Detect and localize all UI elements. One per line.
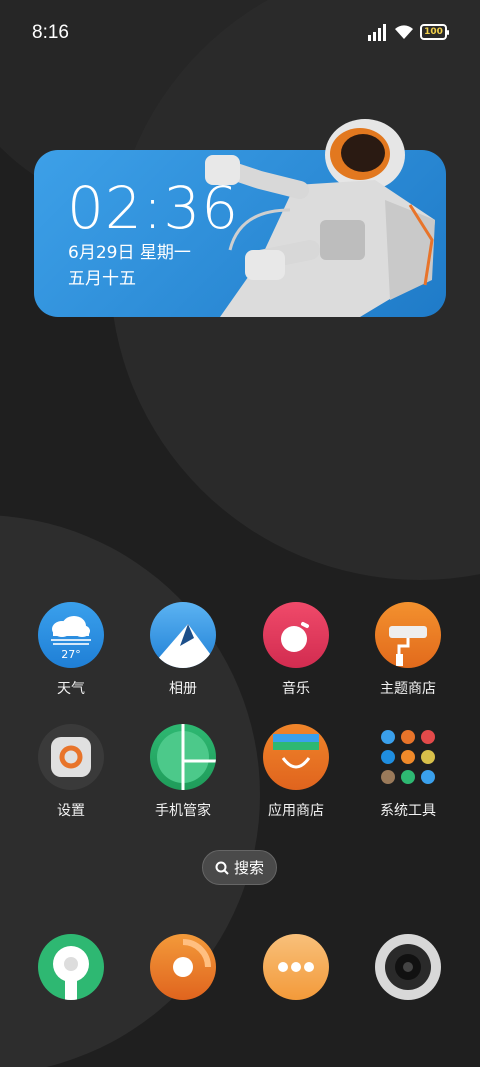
app-settings[interactable]: 设置 bbox=[16, 724, 126, 820]
weather-temp: 27° bbox=[61, 648, 81, 661]
clock-time: 02:36 bbox=[67, 174, 240, 242]
signal-icon bbox=[368, 24, 386, 41]
dock-browser[interactable] bbox=[241, 934, 351, 1000]
dock-camera[interactable] bbox=[353, 934, 463, 1000]
app-label: 音乐 bbox=[282, 681, 310, 697]
dock-messages[interactable] bbox=[128, 934, 238, 1000]
camera-icon bbox=[375, 934, 441, 1000]
music-icon bbox=[263, 602, 329, 668]
weather-icon: 27° bbox=[38, 602, 104, 668]
more-dots-icon bbox=[263, 934, 329, 1000]
phone-icon bbox=[38, 934, 104, 1000]
app-theme-store[interactable]: 主题商店 bbox=[353, 602, 463, 698]
messages-icon bbox=[150, 934, 216, 1000]
battery-icon: 100 bbox=[420, 24, 449, 40]
search-icon bbox=[215, 861, 229, 875]
clock-date: 6月29日 星期一 bbox=[68, 243, 191, 263]
search-label: 搜索 bbox=[233, 859, 264, 877]
paint-roller-icon bbox=[375, 602, 441, 668]
folder-system-tools[interactable]: 系统工具 bbox=[353, 724, 463, 820]
status-time: 8:16 bbox=[32, 22, 69, 43]
search-button[interactable]: 搜索 bbox=[202, 850, 277, 885]
app-label: 系统工具 bbox=[380, 803, 436, 819]
wifi-icon bbox=[395, 25, 413, 39]
app-label: 应用商店 bbox=[268, 803, 324, 819]
clock-lunar-date: 五月十五 bbox=[68, 269, 136, 289]
status-bar: 8:16 100 bbox=[0, 0, 480, 68]
app-music[interactable]: 音乐 bbox=[241, 602, 351, 698]
app-label: 相册 bbox=[169, 681, 197, 697]
app-label: 手机管家 bbox=[155, 803, 211, 819]
dock-phone[interactable] bbox=[16, 934, 126, 1000]
settings-icon bbox=[38, 724, 104, 790]
app-gallery[interactable]: 相册 bbox=[128, 602, 238, 698]
app-label: 天气 bbox=[57, 681, 85, 697]
app-store-icon bbox=[263, 724, 329, 790]
folder-grid-icon bbox=[375, 724, 441, 790]
gallery-icon bbox=[150, 602, 216, 668]
app-phone-manager[interactable]: 手机管家 bbox=[128, 724, 238, 820]
app-app-store[interactable]: 应用商店 bbox=[241, 724, 351, 820]
phone-manager-icon bbox=[150, 724, 216, 790]
app-weather[interactable]: 27° 天气 bbox=[16, 602, 126, 698]
app-label: 主题商店 bbox=[380, 681, 436, 697]
app-label: 设置 bbox=[57, 803, 85, 819]
